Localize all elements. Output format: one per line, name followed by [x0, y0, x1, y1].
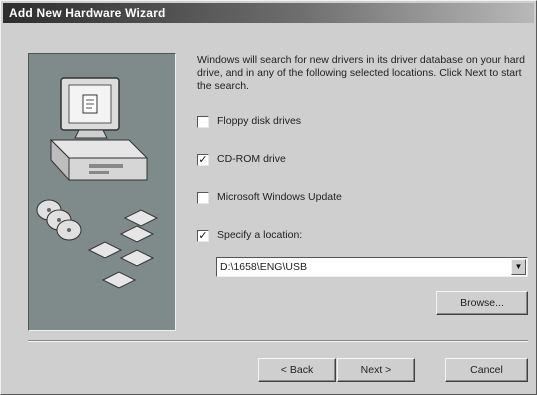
windows-update-checkbox[interactable] — [197, 192, 209, 204]
cdrom-label[interactable]: CD-ROM drive — [217, 153, 286, 165]
intro-text: Windows will search for new drivers in i… — [197, 54, 525, 92]
back-button[interactable]: < Back — [258, 358, 336, 382]
specify-location-checkbox[interactable]: ✓ — [197, 230, 209, 242]
floppy-checkbox[interactable] — [197, 116, 209, 128]
check-icon: ✓ — [198, 154, 208, 166]
location-combobox[interactable]: D:\1658\ENG\USB ▼ — [216, 257, 528, 277]
floppy-label[interactable]: Floppy disk drives — [217, 115, 301, 127]
wizard-window: Add New Hardware Wizard Windows will sea… — [0, 0, 537, 395]
title-bar[interactable]: Add New Hardware Wizard — [3, 3, 534, 23]
windows-update-label[interactable]: Microsoft Windows Update — [217, 191, 342, 203]
cdrom-checkbox[interactable]: ✓ — [197, 154, 209, 166]
window-title: Add New Hardware Wizard — [9, 6, 166, 20]
separator — [28, 340, 528, 342]
location-value: D:\1658\ENG\USB — [220, 261, 307, 273]
check-icon: ✓ — [198, 230, 208, 242]
cancel-button[interactable]: Cancel — [445, 358, 528, 382]
wizard-illustration — [28, 53, 176, 331]
dropdown-arrow-icon[interactable]: ▼ — [511, 259, 526, 275]
specify-location-label[interactable]: Specify a location: — [217, 229, 302, 241]
browse-button[interactable]: Browse... — [436, 291, 528, 315]
next-button[interactable]: Next > — [337, 358, 415, 382]
computer-cd-illustration — [36, 77, 159, 289]
